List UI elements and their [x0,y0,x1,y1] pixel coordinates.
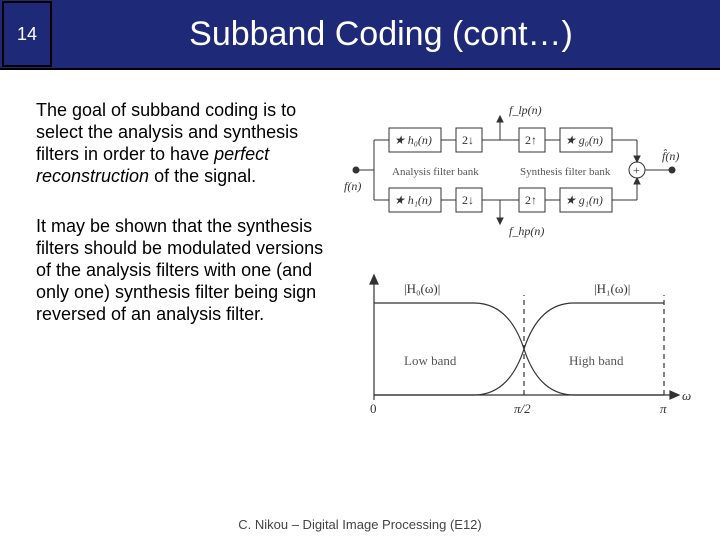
low-band-label: Low band [404,353,457,368]
para1-text-b: of the signal. [149,166,256,186]
box-up-1: 2↑ [525,193,537,207]
series-h1-label: |H₁(ω)| [594,281,630,296]
box-down-0: 2↓ [462,133,474,147]
box-up-0: 2↑ [525,133,537,147]
paragraph-2: It may be shown that the synthesis filte… [36,216,326,326]
label-fhp: f_hp(n) [509,224,544,238]
box-g0: ★ g₀(n) [565,133,603,147]
slide-footer: C. Nikou – Digital Image Processing (E12… [0,517,720,532]
xlabel: ω [682,388,691,403]
xtick-pi2: π/2 [514,401,531,416]
label-flp: f_lp(n) [509,103,542,117]
filter-bank-diagram: f(n) f_lp(n) f_hp(n) ★ h₀(n) ★ h₁(n) 2↓ … [344,100,694,240]
sum-plus: + [633,163,640,177]
series-h0-label: |H₀(ω)| [404,281,440,296]
slide-header: 14 Subband Coding (cont…) [0,0,720,70]
xtick-0: 0 [370,401,377,416]
slide-title: Subband Coding (cont…) [52,15,720,54]
label-analysis: Analysis filter bank [392,166,479,178]
box-down-1: 2↓ [462,193,474,207]
slide-body: The goal of subband coding is to select … [0,70,720,430]
slide-number: 14 [2,1,52,67]
box-h0: ★ h₀(n) [394,133,432,147]
label-input: f(n) [344,179,361,193]
paragraph-1: The goal of subband coding is to select … [36,100,326,188]
text-column: The goal of subband coding is to select … [36,100,326,430]
figure-column: f(n) f_lp(n) f_hp(n) ★ h₀(n) ★ h₁(n) 2↓ … [344,100,698,430]
xtick-pi: π [660,401,667,416]
box-h1: ★ h₁(n) [394,193,432,207]
label-output: f̂(n) [662,148,679,163]
high-band-label: High band [569,353,624,368]
label-synthesis: Synthesis filter bank [520,166,611,178]
frequency-response-plot: |H₀(ω)| |H₁(ω)| Low band High band 0 π/2… [344,265,694,425]
box-g1: ★ g₁(n) [565,193,603,207]
